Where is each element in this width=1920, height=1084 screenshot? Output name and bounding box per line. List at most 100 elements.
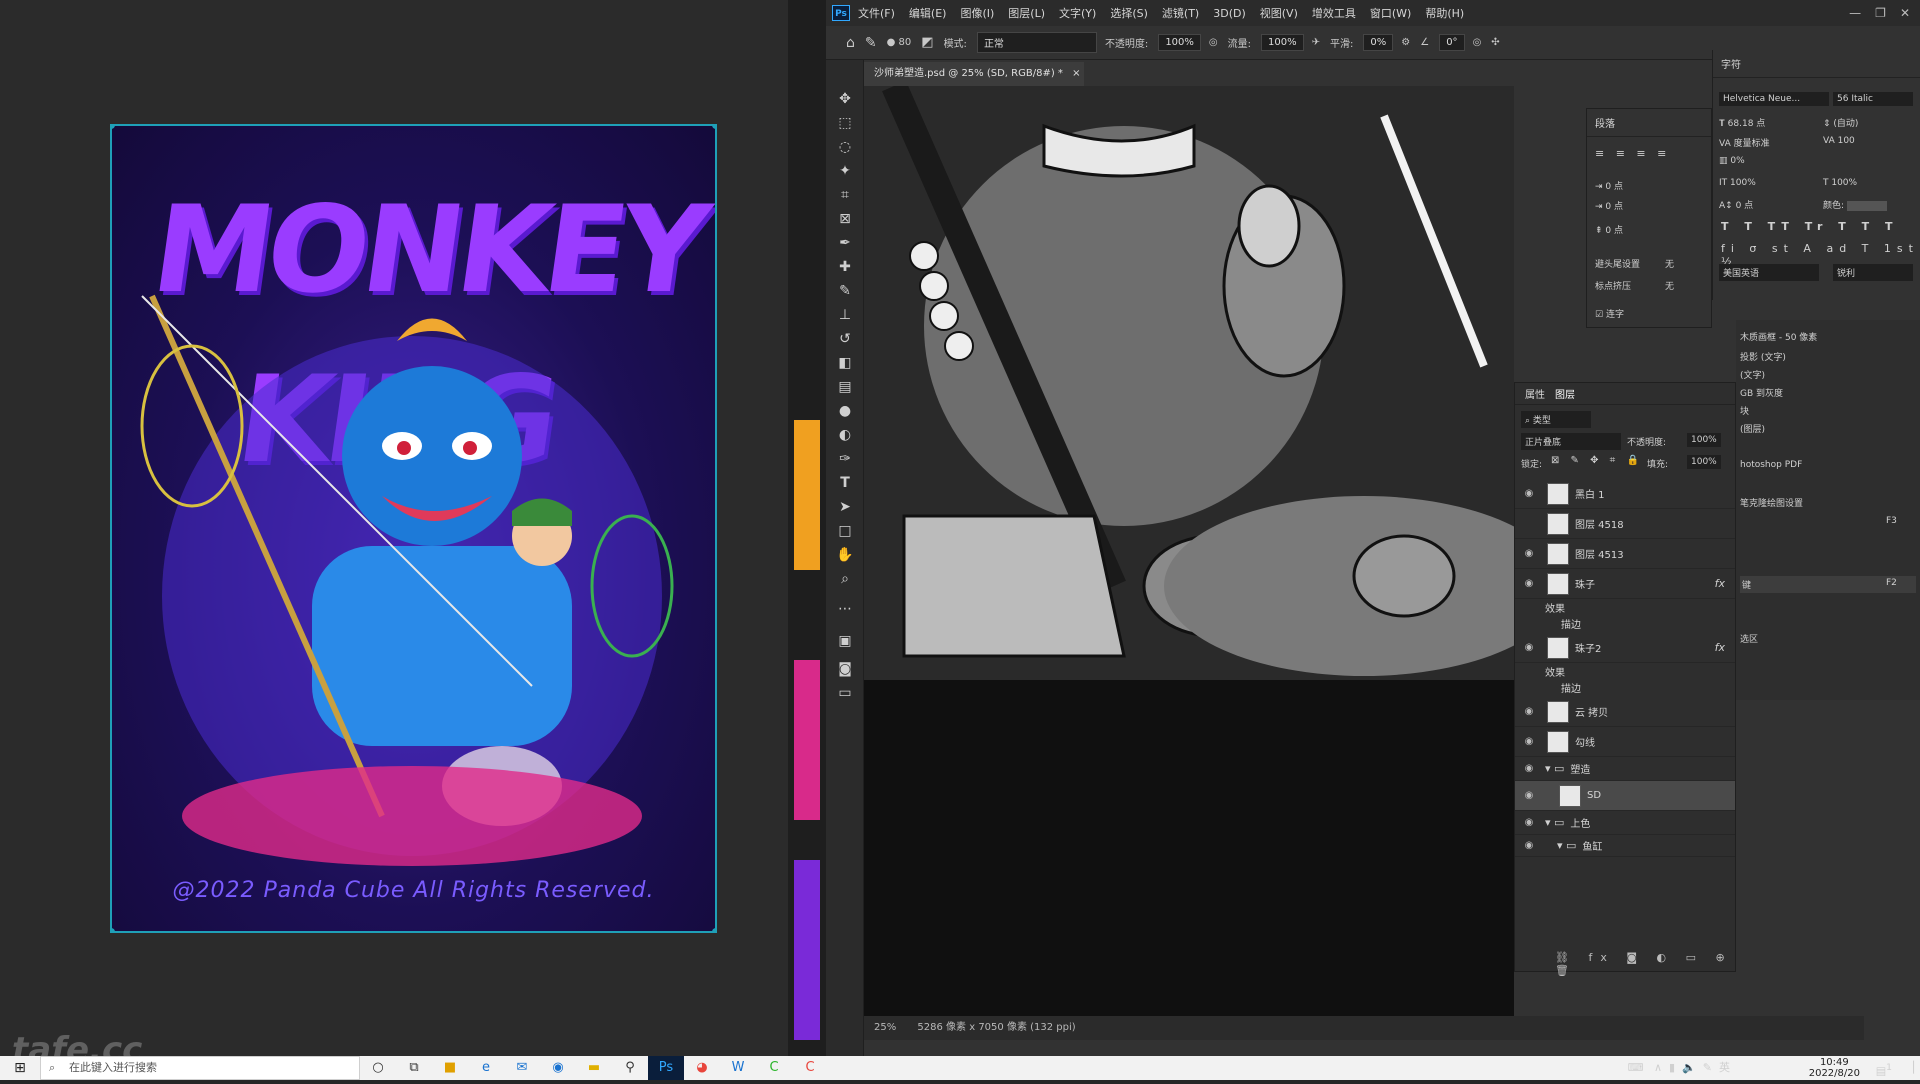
symmetry-icon[interactable]: ✣ [1491, 37, 1499, 48]
photoshop-logo[interactable]: Ps [832, 5, 850, 21]
tab-layers[interactable]: 图层 [1555, 386, 1575, 401]
layer-group-row[interactable]: ◉ ▾ ▭ 塑造 [1515, 757, 1735, 781]
pen-icon[interactable]: ✎ [1703, 1061, 1712, 1074]
effects-row[interactable]: 效果 [1515, 663, 1735, 679]
layer-row[interactable]: ◉ 图层 4513 [1515, 539, 1735, 569]
airbrush-icon[interactable]: ✈ [1312, 37, 1320, 48]
alignment-buttons[interactable]: ≡ ≡ ≡ ≡ [1595, 147, 1670, 160]
type-style-buttons[interactable]: T T TT Tr T T T [1721, 220, 1898, 233]
keyboard-icon[interactable]: ⌨ [1628, 1061, 1644, 1074]
layer-filter-select[interactable]: ⌕ 类型 [1521, 411, 1591, 428]
gear-icon[interactable]: ⚙ [1401, 37, 1410, 48]
volume-icon[interactable]: 🔈 [1682, 1061, 1696, 1074]
pressure-opacity-icon[interactable]: ◎ [1209, 37, 1218, 48]
search-app-icon[interactable]: ⚲ [612, 1056, 648, 1080]
clock[interactable]: 10:49 2022/8/20 [1809, 1056, 1860, 1079]
visibility-eye-icon[interactable]: ◉ [1519, 706, 1539, 717]
pressure-size-icon[interactable]: ◎ [1473, 37, 1482, 48]
document-tab[interactable]: 沙师弟塑造.psd @ 25% (SD, RGB/8#) * × [864, 62, 1084, 86]
brush-size[interactable]: ● 80 [887, 37, 912, 48]
path-selection-tool-icon[interactable]: ➤ [836, 498, 854, 516]
eyedropper-tool-icon[interactable]: ✒ [836, 234, 854, 252]
fill-field[interactable]: 100% [1687, 455, 1721, 469]
visibility-eye-icon[interactable]: ◉ [1519, 763, 1539, 774]
action-item[interactable]: 木质画框 - 50 像素 [1740, 330, 1817, 343]
action-item[interactable]: hotoshop PDF [1740, 460, 1802, 470]
document-info[interactable]: 5286 像素 x 7050 像素 (132 ppi) [917, 1022, 1075, 1033]
tray-chevron-icon[interactable]: ∧ [1654, 1061, 1662, 1074]
visibility-eye-icon[interactable]: ◉ [1519, 790, 1539, 801]
magic-wand-tool-icon[interactable]: ✦ [836, 162, 854, 180]
action-item[interactable]: GB 到灰度 [1740, 386, 1783, 399]
menu-filter[interactable]: 滤镜(T) [1162, 5, 1199, 21]
lock-icons[interactable]: ⊠ ✎ ✥ ⌗ 🔒 [1551, 455, 1643, 466]
layer-row[interactable]: ◉ 云 拷贝 [1515, 697, 1735, 727]
home-icon[interactable]: ⌂ [846, 35, 855, 51]
layer-row-selected[interactable]: ◉ SD [1515, 781, 1735, 811]
mail-icon[interactable]: ✉ [504, 1056, 540, 1080]
layer-group-row[interactable]: ◉ ▾ ▭ 上色 [1515, 811, 1735, 835]
crop-tool-icon[interactable]: ⌗ [836, 186, 854, 204]
blur-tool-icon[interactable]: ● [836, 402, 854, 420]
restore-icon[interactable]: ❐ [1875, 6, 1886, 20]
ligature-row[interactable]: ☑ 连字 [1595, 307, 1624, 320]
font-family-select[interactable]: Helvetica Neue... [1719, 92, 1829, 106]
action-item[interactable]: (文字) [1740, 368, 1765, 381]
character-panel-title[interactable]: 字符 [1713, 50, 1920, 78]
menu-view[interactable]: 视图(V) [1260, 5, 1298, 21]
layer-opacity-field[interactable]: 100% [1687, 433, 1721, 447]
menu-edit[interactable]: 编辑(E) [909, 5, 947, 21]
brush-tool-icon[interactable]: ✎ [865, 35, 877, 51]
layer-group-row[interactable]: ◉ ▾ ▭ 鱼缸 [1515, 835, 1735, 857]
visibility-eye-icon[interactable]: ◉ [1519, 840, 1539, 851]
indent-first-row[interactable]: ⇥ 0 点 [1595, 199, 1623, 212]
action-item[interactable]: (图层) [1740, 422, 1765, 435]
space-before-row[interactable]: ⇞ 0 点 [1595, 223, 1623, 236]
flow-field[interactable]: 100% [1261, 34, 1304, 51]
smooth-field[interactable]: 0% [1363, 34, 1394, 51]
app-icon[interactable]: ◉ [540, 1056, 576, 1080]
action-item[interactable]: 投影 (文字) [1740, 350, 1786, 363]
indent-left-row[interactable]: ⇥ 0 点 [1595, 179, 1623, 192]
color-swatch[interactable] [1846, 200, 1887, 211]
store-icon[interactable]: ■ [432, 1056, 468, 1080]
word-icon[interactable]: W [720, 1056, 756, 1080]
windows-start-icon[interactable]: ⊞ [0, 1056, 40, 1080]
show-desktop-icon[interactable]: ▕ [1906, 1056, 1914, 1080]
marquee-tool-icon[interactable]: ⬚ [836, 114, 854, 132]
lasso-tool-icon[interactable]: ◌ [836, 138, 854, 156]
menu-3d[interactable]: 3D(D) [1213, 7, 1246, 20]
action-item[interactable]: 选区 [1740, 632, 1758, 645]
fx-badge[interactable]: fx [1715, 641, 1725, 654]
rectangle-tool-icon[interactable]: □ [836, 522, 854, 540]
kerning-row[interactable]: VA 度量标准 [1719, 136, 1770, 149]
folder-icon[interactable]: ▾ ▭ [1557, 839, 1576, 852]
brush-settings-icon[interactable]: ◩ [921, 35, 933, 50]
screen-mode-icon[interactable]: ▭ [836, 684, 854, 702]
layer-row[interactable]: ◉ 黑白 1 [1515, 479, 1735, 509]
tab-properties[interactable]: 属性 [1525, 386, 1545, 401]
brush-tool-icon[interactable]: ✎ [836, 282, 854, 300]
menu-select[interactable]: 选择(S) [1110, 5, 1148, 21]
tsume-row[interactable]: ▥ 0% [1719, 156, 1745, 166]
layer-actions-bar[interactable]: ⛓ fx ◙ ◐ ▭ ⊕ 🗑 [1555, 951, 1735, 977]
move-tool-icon[interactable]: ✥ [836, 90, 854, 108]
resize-handle[interactable] [712, 928, 715, 931]
photoshop-taskbar-icon[interactable]: Ps [648, 1056, 684, 1080]
angle-icon[interactable]: ∠ [1420, 37, 1429, 48]
color-row[interactable]: 颜色: [1823, 198, 1887, 211]
layer-row[interactable]: ◉ 勾线 [1515, 727, 1735, 757]
clone-stamp-tool-icon[interactable]: ⊥ [836, 306, 854, 324]
resize-handle[interactable] [712, 126, 715, 129]
menu-help[interactable]: 帮助(H) [1425, 5, 1464, 21]
layer-row[interactable]: ◉ 珠子2 fx [1515, 633, 1735, 663]
zoom-level[interactable]: 25% [874, 1022, 896, 1033]
chrome-icon[interactable]: ◕ [684, 1056, 720, 1080]
folder-icon[interactable]: ▾ ▭ [1545, 816, 1564, 829]
effect-stroke-row[interactable]: 描边 [1515, 679, 1735, 695]
file-explorer-icon[interactable]: ▬ [576, 1056, 612, 1080]
leading-row[interactable]: ⇕ (自动) [1823, 116, 1858, 129]
visibility-eye-icon[interactable]: ◉ [1519, 736, 1539, 747]
visibility-eye-icon[interactable]: ◉ [1519, 548, 1539, 559]
close-icon[interactable]: ✕ [1900, 6, 1910, 20]
